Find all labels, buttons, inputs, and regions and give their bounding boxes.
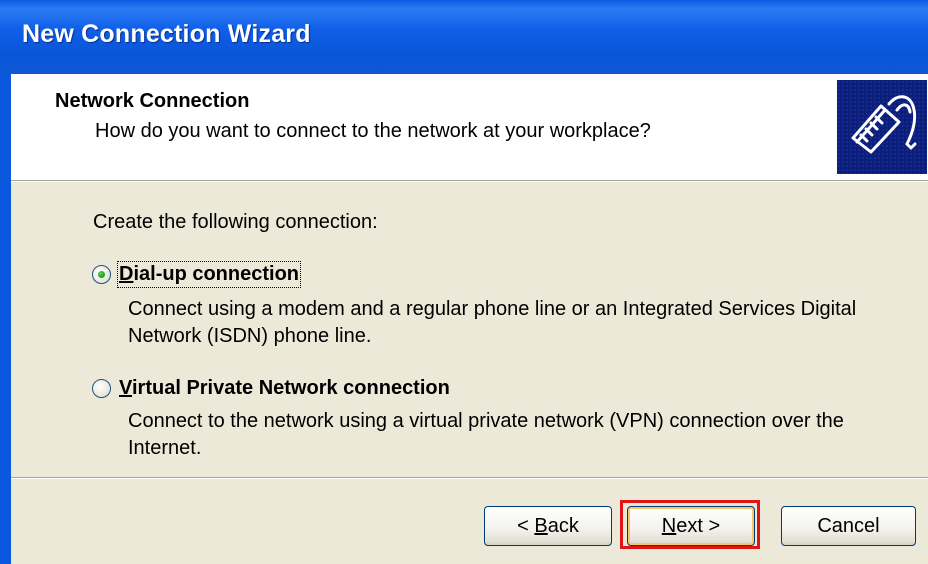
wizard-window: New Connection Wizard Network Connection… [0,0,928,564]
network-cable-icon [837,80,927,174]
radio-dial-up[interactable]: Dial-up connection [92,261,302,288]
next-button[interactable]: Next > [627,506,755,546]
header-divider-highlight [11,181,928,182]
radio-selected-dot [98,271,105,278]
header-panel: Network Connection How do you want to co… [11,74,928,180]
radio-button-dial-up[interactable] [92,265,111,284]
vpn-label[interactable]: Virtual Private Network connection [119,377,450,400]
connection-prompt: Create the following connection: [93,211,378,233]
title-bar[interactable]: New Connection Wizard [0,0,928,74]
header-title: Network Connection [55,90,250,112]
window-left-border [0,74,11,564]
header-subtitle: How do you want to connect to the networ… [95,120,651,142]
dial-up-label[interactable]: Dial-up connection [116,261,302,288]
window-title: New Connection Wizard [22,20,311,48]
radio-button-vpn[interactable] [92,379,111,398]
vpn-description: Connect to the network using a virtual p… [128,410,844,459]
dial-up-description: Connect using a modem and a regular phon… [128,298,857,347]
cancel-button[interactable]: Cancel [781,506,916,546]
radio-vpn[interactable]: Virtual Private Network connection [92,377,450,400]
back-button[interactable]: < Back [484,506,612,546]
footer-divider-highlight [11,478,928,479]
